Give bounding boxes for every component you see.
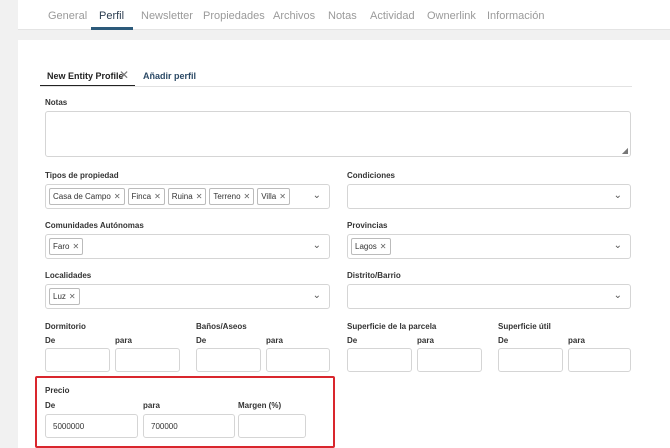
chevron-down-icon[interactable]: ⌄ — [313, 240, 321, 251]
chip-villa: Villa ✕ — [257, 188, 290, 205]
chevron-down-icon[interactable]: ⌄ — [614, 240, 622, 251]
tab-archivos[interactable]: Archivos — [273, 10, 315, 22]
margen-label: Margen (%) — [238, 401, 282, 410]
chip-finca: Finca ✕ — [127, 188, 165, 205]
close-icon[interactable]: ✕ — [119, 68, 129, 82]
parcela-para-label: para — [417, 336, 434, 345]
dormitorio-de-input[interactable] — [45, 348, 110, 372]
precio-label: Precio — [45, 386, 70, 395]
close-icon[interactable]: ✕ — [279, 192, 286, 201]
add-profile-link[interactable]: Añadir perfil — [143, 71, 196, 81]
parcela-de-input[interactable] — [347, 348, 412, 372]
util-de-label: De — [498, 336, 509, 345]
chevron-down-icon[interactable]: ⌄ — [313, 290, 321, 301]
chip-label: Lagos — [355, 242, 377, 251]
superficie-util-label: Superficie útil — [498, 322, 551, 331]
provincias-label: Provincias — [347, 221, 388, 230]
chevron-down-icon[interactable]: ⌄ — [614, 190, 622, 201]
tab-actividad[interactable]: Actividad — [370, 10, 415, 22]
close-icon[interactable]: ✕ — [154, 192, 161, 201]
chip-casa-de-campo: Casa de Campo ✕ — [49, 188, 125, 205]
precio-para-label: para — [143, 401, 160, 410]
chevron-down-icon[interactable]: ⌄ — [614, 290, 622, 301]
distrito-label: Distrito/Barrio — [347, 271, 401, 280]
banos-para-label: para — [266, 336, 283, 345]
close-icon[interactable]: ✕ — [244, 192, 251, 201]
tab-ownerlink[interactable]: Ownerlink — [427, 10, 476, 22]
provincias-select[interactable]: Lagos ✕ ⌄ — [347, 234, 631, 259]
chip-ruina: Ruina ✕ — [167, 188, 207, 205]
util-de-input[interactable] — [498, 348, 563, 372]
tipos-label: Tipos de propiedad — [45, 171, 119, 180]
close-icon[interactable]: ✕ — [69, 292, 76, 301]
tab-notas[interactable]: Notas — [328, 10, 357, 22]
tab-perfil[interactable]: Perfil — [99, 10, 124, 22]
chip-terreno: Terreno ✕ — [209, 188, 255, 205]
dormitorio-para-input[interactable] — [115, 348, 180, 372]
chip-label: Finca — [131, 192, 152, 201]
distrito-select[interactable]: ⌄ — [347, 284, 631, 309]
chip-label: Faro — [53, 242, 70, 251]
dormitorio-label: Dormitorio — [45, 322, 86, 331]
banos-para-input[interactable] — [266, 348, 330, 372]
banos-de-input[interactable] — [196, 348, 261, 372]
tab-newsletter[interactable]: Newsletter — [141, 10, 193, 22]
localidades-label: Localidades — [45, 271, 92, 280]
notas-label: Notas — [45, 98, 68, 107]
dormitorio-de-label: De — [45, 336, 56, 345]
notas-textarea[interactable]: ◢ — [45, 111, 631, 157]
close-icon[interactable]: ✕ — [196, 192, 203, 201]
chip-label: Casa de Campo — [53, 192, 111, 201]
comunidades-label: Comunidades Autónomas — [45, 221, 144, 230]
precio-de-label: De — [45, 401, 56, 410]
banos-de-label: De — [196, 336, 207, 345]
chip-label: Terreno — [213, 192, 241, 201]
superficie-parcela-label: Superficie de la parcela — [347, 322, 437, 331]
banos-label: Baños/Aseos — [196, 322, 247, 331]
chip-label: Luz — [53, 292, 66, 301]
chip-lagos: Lagos ✕ — [351, 238, 391, 255]
tipos-select[interactable]: Casa de Campo ✕ Finca ✕ Ruina ✕ Terreno ✕ Vi… — [45, 184, 330, 209]
close-icon[interactable]: ✕ — [114, 192, 121, 201]
profile-tab-divider — [40, 86, 632, 87]
close-icon[interactable]: ✕ — [380, 242, 387, 251]
condiciones-label: Condiciones — [347, 171, 396, 180]
profile-tab-new-entity[interactable]: New Entity Profile — [47, 71, 124, 81]
localidades-select[interactable]: Luz ✕ ⌄ — [45, 284, 330, 309]
active-tab-indicator — [91, 27, 133, 30]
resize-handle-icon[interactable]: ◢ — [622, 146, 628, 155]
util-para-label: para — [568, 336, 585, 345]
margen-input[interactable] — [238, 414, 306, 438]
chip-faro: Faro ✕ — [49, 238, 84, 255]
condiciones-select[interactable]: ⌄ — [347, 184, 631, 209]
tab-informacion[interactable]: Información — [487, 10, 544, 22]
precio-para-input[interactable]: 700000 — [143, 414, 235, 438]
parcela-para-input[interactable] — [417, 348, 482, 372]
tab-general[interactable]: General — [48, 10, 87, 22]
chip-luz: Luz ✕ — [49, 288, 80, 305]
precio-de-input[interactable]: 5000000 — [45, 414, 138, 438]
dormitorio-para-label: para — [115, 336, 132, 345]
chevron-down-icon[interactable]: ⌄ — [313, 190, 321, 201]
util-para-input[interactable] — [568, 348, 631, 372]
parcela-de-label: De — [347, 336, 358, 345]
comunidades-select[interactable]: Faro ✕ ⌄ — [45, 234, 330, 259]
tab-propiedades[interactable]: Propiedades — [203, 10, 265, 22]
close-icon[interactable]: ✕ — [72, 242, 79, 251]
chip-label: Ruina — [171, 192, 193, 201]
chip-label: Villa — [261, 192, 277, 201]
